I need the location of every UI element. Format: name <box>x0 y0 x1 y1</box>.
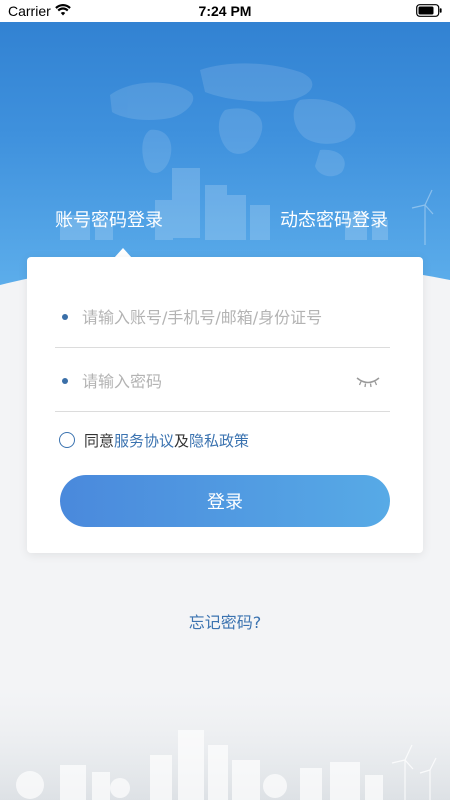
tab-dynamic-password-login[interactable]: 动态密码登录 <box>280 206 388 232</box>
and-text: 及 <box>174 432 190 450</box>
service-agreement-link[interactable]: 服务协议 <box>114 432 174 450</box>
privacy-policy-link[interactable]: 隐私政策 <box>189 432 249 450</box>
agree-prefix: 同意 <box>84 432 115 450</box>
eye-closed-icon[interactable] <box>356 373 380 392</box>
account-field-row <box>55 285 390 348</box>
password-input[interactable] <box>82 367 342 395</box>
forgot-password-link[interactable]: 忘记密码? <box>0 609 450 633</box>
login-card: 同意服务协议及隐私政策 登录 <box>27 257 423 553</box>
login-button[interactable]: 登录 <box>60 475 390 527</box>
bullet-dot-icon <box>62 314 68 320</box>
agreement-text: 同意服务协议及隐私政策 <box>84 430 249 451</box>
battery-icon <box>416 4 442 20</box>
radio-unchecked-icon[interactable] <box>59 432 75 448</box>
status-bar: Carrier 7:24 PM <box>0 0 450 22</box>
password-field-row <box>55 349 390 412</box>
bottom-skyline-decoration <box>0 690 450 800</box>
header-background <box>0 0 450 300</box>
tab-password-login[interactable]: 账号密码登录 <box>55 206 163 232</box>
status-time: 7:24 PM <box>198 3 252 19</box>
bullet-dot-icon <box>62 378 68 384</box>
world-map-skyline-decoration <box>0 63 450 300</box>
account-input[interactable] <box>82 303 342 331</box>
